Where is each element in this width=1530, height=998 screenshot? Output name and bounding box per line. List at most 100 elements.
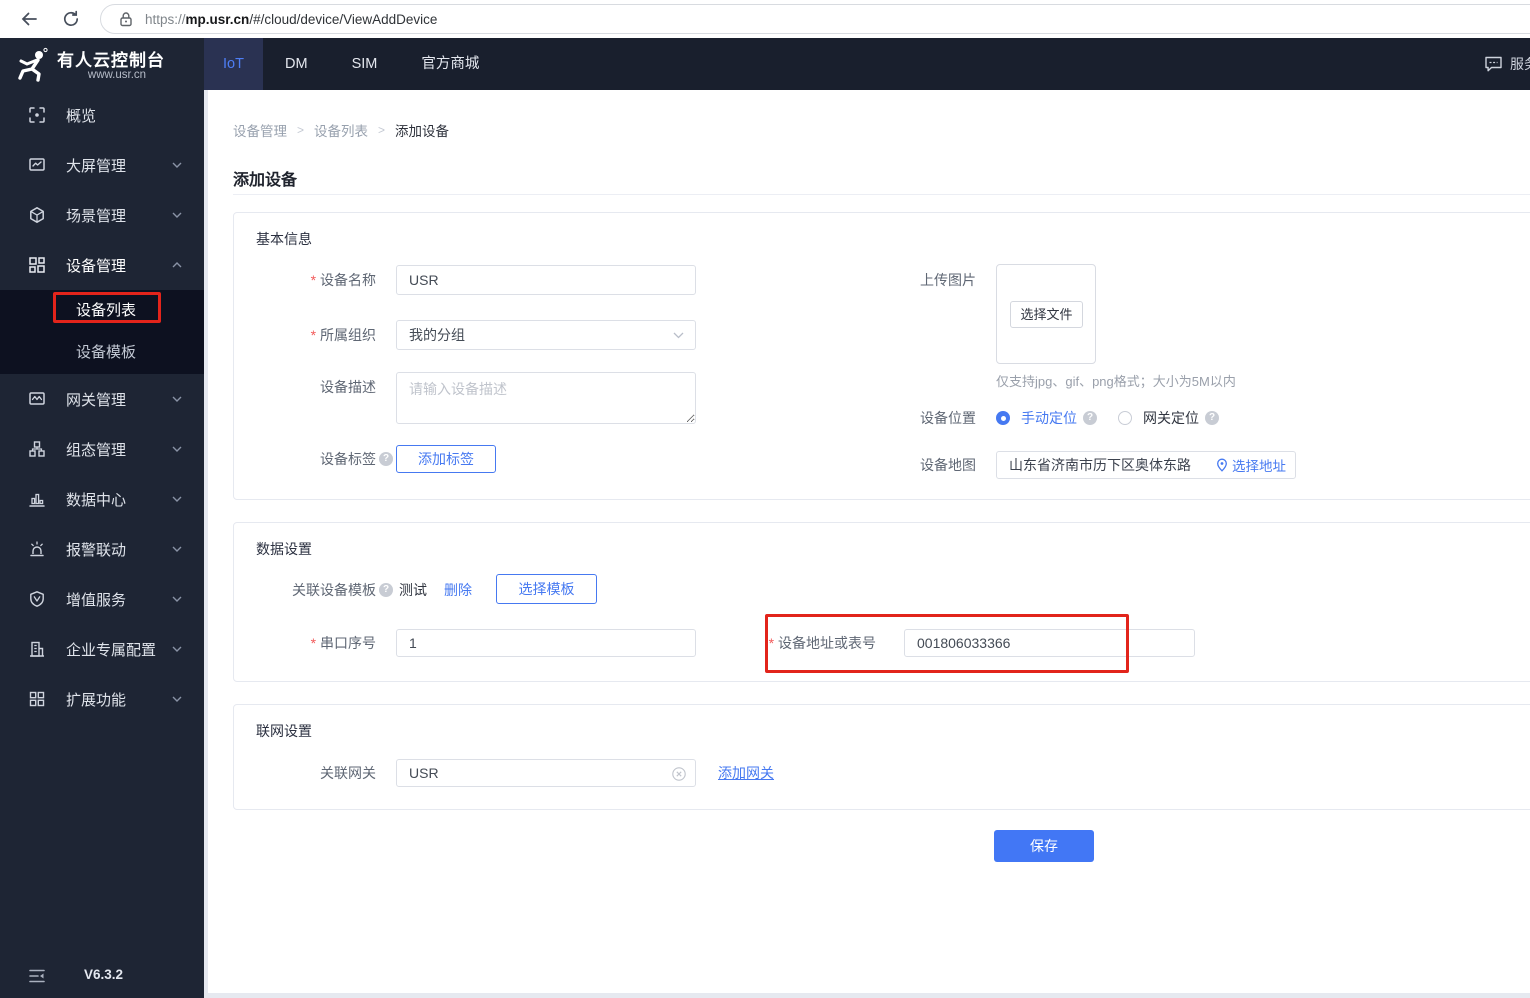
gateway-location-radio[interactable] [1118,411,1132,425]
sidebar-item-scene[interactable]: 场景管理 [0,190,204,240]
brand-subtitle: www.usr.cn [87,69,147,81]
tab-iot[interactable]: IoT [204,38,263,90]
manual-location-radio[interactable] [996,411,1010,425]
data-settings-title: 数据设置 [256,541,312,557]
sidebar-item-alarm[interactable]: 报警联动 [0,524,204,574]
chevron-up-icon [172,262,182,268]
basic-info-card: 基本信息 设备名称 所属组织 我的分组 设备描述 设备标签 添加标签 上传图片 … [233,212,1530,500]
linked-template-help-icon[interactable] [379,583,393,597]
device-description-textarea[interactable] [396,372,696,424]
device-tags-help-icon[interactable] [379,452,393,466]
gateway-location-help-icon[interactable] [1205,411,1219,425]
linked-gateway-value: USR [409,765,439,781]
network-settings-title: 联网设置 [256,723,312,739]
upload-image-label: 上传图片 [920,272,976,288]
chevron-down-icon [172,212,182,218]
choose-address-link[interactable]: 选择地址 [1216,452,1286,478]
breadcrumb: 设备管理 > 设备列表 > 添加设备 [233,120,449,140]
device-location-label: 设备位置 [920,410,976,426]
device-map-field[interactable]: 山东省济南市历下区奥体东路 选择地址 [996,451,1296,479]
add-tag-button[interactable]: 添加标签 [396,445,496,473]
breadcrumb-add-device: 添加设备 [395,124,450,139]
overview-icon [29,107,45,123]
device-map-label: 设备地图 [920,457,976,473]
chevron-down-icon [172,396,182,402]
chevron-down-icon [172,596,182,602]
select-template-button[interactable]: 选择模板 [496,574,597,604]
sidebar-item-datacenter[interactable]: 数据中心 [0,474,204,524]
sidebar-collapse-icon[interactable] [28,968,46,984]
save-button[interactable]: 保存 [994,830,1094,862]
organization-label: 所属组织 [234,320,376,350]
chevron-down-icon [673,332,684,338]
sidebar: 概览 大屏管理 场景管理 设备管理 设备列表 设备模板 网关管理 组态管理 数据… [0,90,204,998]
enterprise-icon [30,641,44,657]
sidebar-item-bigscreen[interactable]: 大屏管理 [0,140,204,190]
sidebar-item-enterprise-config[interactable]: 企业专属配置 [0,624,204,674]
browser-toolbar: https://mp.usr.cn/#/cloud/device/ViewAdd… [0,0,1530,38]
chevron-down-icon [172,646,182,652]
chevron-down-icon [172,162,182,168]
serial-number-input[interactable] [396,629,696,657]
top-navigation: IoT DM SIM 官方商城 服务 [204,38,1530,90]
sidebar-item-device-list[interactable]: 设备列表 [0,290,204,332]
sidebar-item-extension[interactable]: 扩展功能 [0,674,204,724]
device-map-value: 山东省济南市历下区奥体东路 [1009,457,1191,473]
sidebar-item-overview[interactable]: 概览 [0,90,204,140]
device-address-input[interactable] [904,629,1195,657]
title-divider [233,194,1530,195]
basic-info-title: 基本信息 [256,231,312,247]
service-menu[interactable]: 服务 [1484,38,1530,90]
manual-location-help-icon[interactable] [1083,411,1097,425]
brand-logo[interactable]: 有人云控制台 www.usr.cn [0,38,204,90]
data-settings-card: 数据设置 关联设备模板 测试 删除 选择模板 串口序号 设备地址或表号 [233,522,1530,682]
chevron-down-icon [172,546,182,552]
brand-title: 有人云控制台 [57,51,165,70]
scene-icon [30,207,44,223]
tab-dm[interactable]: DM [263,38,330,90]
device-description-label: 设备描述 [320,379,376,395]
sidebar-item-gateway[interactable]: 网关管理 [0,374,204,424]
clear-icon[interactable] [672,767,686,781]
sidebar-item-device-management[interactable]: 设备管理 [0,240,204,290]
delete-template-link[interactable]: 删除 [444,575,472,605]
version-label: V6.3.2 [84,967,124,982]
serial-number-label: 串口序号 [234,629,376,657]
gateway-location-option[interactable]: 网关定位 [1143,404,1199,432]
address-bar[interactable]: https://mp.usr.cn/#/cloud/device/ViewAdd… [100,4,1530,34]
sidebar-item-value-service[interactable]: 增值服务 [0,574,204,624]
breadcrumb-device-list[interactable]: 设备列表 [314,120,368,140]
sidebar-item-device-template[interactable]: 设备模板 [0,332,204,374]
usr-runner-logo-icon [18,47,48,82]
lock-icon [120,12,132,27]
device-icon [29,257,45,273]
organization-select[interactable]: 我的分组 [396,320,696,350]
linked-gateway-input[interactable]: USR [396,759,696,787]
chat-icon [1485,56,1502,72]
chevron-down-icon [172,446,182,452]
configuration-icon [29,441,45,457]
datacenter-icon [29,493,45,507]
linked-gateway-label: 关联网关 [320,765,376,781]
manual-location-option[interactable]: 手动定位 [1021,404,1077,432]
service-label: 服务 [1510,56,1530,72]
upload-image-dropzone[interactable]: 选择文件 [996,264,1096,364]
chevron-down-icon [172,696,182,702]
sidebar-item-configuration[interactable]: 组态管理 [0,424,204,474]
choose-file-button[interactable]: 选择文件 [1010,301,1083,328]
extension-icon [29,691,45,707]
value-service-icon [30,591,44,607]
tab-sim[interactable]: SIM [330,38,400,90]
browser-back-icon[interactable] [16,6,42,32]
device-name-input[interactable] [396,265,696,295]
tab-official-mall[interactable]: 官方商城 [399,38,501,90]
browser-refresh-icon[interactable] [58,6,84,32]
linked-template-label: 关联设备模板 [292,582,376,598]
add-gateway-link[interactable]: 添加网关 [718,759,774,787]
bigscreen-icon [29,158,45,171]
alarm-icon [30,541,44,557]
upload-hint: 仅支持jpg、gif、png格式；大小为5M以内 [996,374,1236,389]
breadcrumb-device-management[interactable]: 设备管理 [233,120,287,140]
device-management-submenu: 设备列表 设备模板 [0,290,204,374]
map-pin-icon [1217,458,1227,472]
